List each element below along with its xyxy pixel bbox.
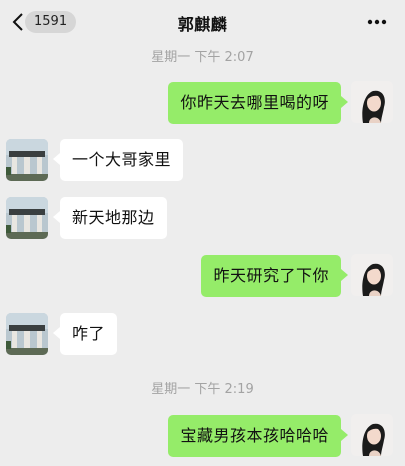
contact-avatar[interactable] <box>6 139 48 181</box>
message-bubble-received[interactable]: 一个大哥家里 <box>52 139 184 181</box>
message-bubble-sent[interactable]: 昨天研究了下你 <box>201 255 348 297</box>
message-bubble-received[interactable]: 新天地那边 <box>53 197 167 239</box>
message-bubble-sent[interactable]: 你昨天去哪里喝的呀 <box>168 82 348 124</box>
contact-avatar[interactable] <box>6 197 48 239</box>
self-avatar[interactable] <box>351 414 393 456</box>
message-timestamp: 星期一 下午 2:07 <box>151 50 254 65</box>
chat-title: 郭麒麟 <box>177 15 228 34</box>
self-avatar[interactable] <box>351 254 393 296</box>
message-timestamp: 星期一 下午 2:19 <box>151 382 254 397</box>
message-bubble-sent[interactable]: 宝藏男孩本孩哈哈哈 <box>168 415 348 457</box>
ellipsis-icon[interactable] <box>367 19 387 25</box>
self-avatar[interactable] <box>351 81 393 123</box>
message-bubble-received[interactable]: 咋了 <box>52 313 118 355</box>
chat-header: 1591 郭麒麟 <box>0 0 405 44</box>
contact-avatar[interactable] <box>6 313 48 355</box>
